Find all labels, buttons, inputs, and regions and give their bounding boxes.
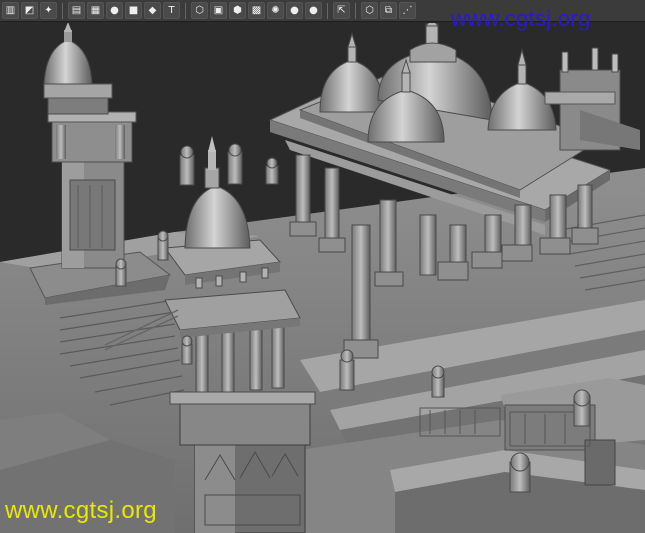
watermark-top: www.cgtsj.org xyxy=(451,6,591,31)
texture-icon[interactable]: ◆ xyxy=(144,2,161,19)
cube-icon[interactable]: ⬡ xyxy=(361,2,378,19)
shade-sphere-icon[interactable]: ● xyxy=(286,2,303,19)
solid-box-icon[interactable]: ▣ xyxy=(210,2,227,19)
share-icon[interactable]: ⋰ xyxy=(399,2,416,19)
wire-box-icon[interactable]: ⬡ xyxy=(191,2,208,19)
perspective-viewport[interactable] xyxy=(0,23,645,533)
max-application: ▥◩✦▤▦●■◆T⬡▣⬢▩✺●●⇱⬡⧉⋰ xyxy=(0,0,645,533)
text-icon[interactable]: T xyxy=(163,2,180,19)
material-box-icon[interactable]: ■ xyxy=(125,2,142,19)
align-icon[interactable]: ▥ xyxy=(2,2,19,19)
gold-sphere-icon[interactable]: ● xyxy=(305,2,322,19)
curve-editor-icon[interactable]: ▦ xyxy=(87,2,104,19)
toolbar-separator xyxy=(62,2,63,19)
shaded-box-icon[interactable]: ⬢ xyxy=(229,2,246,19)
toolbar-separator xyxy=(355,2,356,19)
checker-icon[interactable]: ▩ xyxy=(248,2,265,19)
select-icon[interactable]: ⇱ xyxy=(333,2,350,19)
toolbar-separator xyxy=(185,2,186,19)
material-sphere-icon[interactable]: ● xyxy=(106,2,123,19)
layer-icon[interactable]: ◩ xyxy=(21,2,38,19)
toolbar-separator xyxy=(327,2,328,19)
render-setup-icon[interactable]: ▤ xyxy=(68,2,85,19)
window-icon[interactable]: ⧉ xyxy=(380,2,397,19)
watermark-bottom: www.cgtsj.org xyxy=(5,497,157,524)
light-icon[interactable]: ✺ xyxy=(267,2,284,19)
schematic-icon[interactable]: ✦ xyxy=(40,2,57,19)
